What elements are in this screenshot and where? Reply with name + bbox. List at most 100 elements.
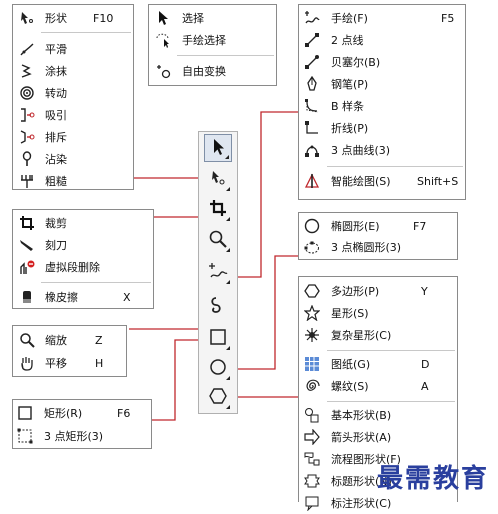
menu-item-label: 手绘选择	[182, 34, 226, 47]
menu-item-ellipse[interactable]: 椭圆形(E) F7	[299, 215, 457, 237]
menu-item-label: 涂抹	[45, 65, 67, 78]
menu-item-two-point-line[interactable]: 2 点线	[299, 29, 465, 51]
menu-item-label: 箭头形状(A)	[331, 431, 392, 444]
flyout-indicator	[225, 155, 229, 159]
flowchart-shapes-icon	[303, 450, 321, 468]
roughen-icon	[18, 172, 36, 190]
three-point-curve-icon	[303, 141, 321, 159]
shape-tool-button[interactable]	[204, 165, 232, 193]
smear-icon	[18, 62, 36, 80]
menu-item-shortcut: F6	[117, 406, 131, 420]
rectangle-tool-icon	[208, 327, 228, 350]
menu-item-label: 3 点矩形(3)	[44, 430, 104, 443]
ellipse-icon	[303, 217, 321, 235]
menu-item-b-spline[interactable]: B 样条	[299, 95, 465, 117]
attract-icon	[18, 106, 36, 124]
menu-item-free-transform[interactable]: 自由变换	[149, 60, 276, 82]
free-transform-icon	[154, 62, 172, 80]
rectangle-tool-button[interactable]	[204, 324, 232, 352]
menu-item-basic-shapes[interactable]: 基本形状(B)	[299, 404, 457, 426]
menu-item-label: 复杂星形(C)	[331, 329, 392, 342]
menu-item-three-point-rectangle[interactable]: 3 点矩形(3)	[13, 425, 151, 447]
menu-item-shortcut: D	[421, 357, 430, 371]
shape-tool-icon	[208, 168, 228, 191]
menu-item-smear[interactable]: 涂抹	[13, 60, 133, 82]
b-spline-icon	[303, 97, 321, 115]
rectangle-icon	[16, 404, 34, 422]
complex-star-icon	[303, 326, 321, 344]
menu-item-attract[interactable]: 吸引	[13, 104, 133, 126]
menu-item-freehand-pick[interactable]: 手绘选择	[149, 29, 276, 51]
menu-item-label: 智能绘图(S)	[331, 175, 391, 188]
menu-item-virtual-segment-delete[interactable]: 虚拟段删除	[13, 256, 153, 278]
artistic-media-tool-icon	[208, 295, 228, 318]
three-point-rectangle-icon	[16, 427, 34, 445]
watermark-text: 最需教育	[377, 464, 490, 494]
menu-item-twirl[interactable]: 转动	[13, 82, 133, 104]
menu-item-label: 粗糙	[45, 175, 67, 188]
menu-item-three-point-curve[interactable]: 3 点曲线(3)	[299, 139, 465, 161]
menu-item-label: 转动	[45, 87, 67, 100]
menu-item-spiral[interactable]: 螺纹(S) A	[299, 375, 457, 397]
banner-shapes-icon	[303, 472, 321, 490]
smooth-icon	[18, 40, 36, 58]
menu-item-freehand[interactable]: 手绘(F) F5	[299, 7, 465, 29]
menu-item-bezier[interactable]: 贝塞尔(B)	[299, 51, 465, 73]
polygon-tool-button[interactable]	[204, 383, 232, 411]
menu-item-knife[interactable]: 刻刀	[13, 234, 153, 256]
spiral-icon	[303, 377, 321, 395]
menu-item-label: 钢笔(P)	[331, 78, 369, 91]
smart-drawing-icon	[303, 172, 321, 190]
freehand-tool-button[interactable]	[204, 258, 232, 286]
menu-item-roughen[interactable]: 粗糙	[13, 170, 133, 192]
crop-tool-button[interactable]	[204, 195, 232, 223]
flyout-indicator	[226, 280, 230, 284]
menu-item-polyline[interactable]: 折线(P)	[299, 117, 465, 139]
flyout-indicator	[226, 376, 230, 380]
two-point-line-icon	[303, 31, 321, 49]
menu-item-label: 图纸(G)	[331, 358, 371, 371]
menu-item-label: 螺纹(S)	[331, 380, 369, 393]
menu-item-polygon[interactable]: 多边形(P) Y	[299, 280, 457, 302]
ellipse-tool-button[interactable]	[204, 354, 232, 382]
menu-item-eraser[interactable]: 橡皮擦 X	[13, 286, 153, 308]
graph-paper-icon	[303, 355, 321, 373]
flyout-indicator	[226, 187, 230, 191]
menu-item-label: 2 点线	[331, 34, 364, 47]
menu-item-pen[interactable]: 钢笔(P)	[299, 73, 465, 95]
star-icon	[303, 304, 321, 322]
shape-tool-menu: 形状 F10 平滑 涂抹 转动 吸引 排斥 沾染 粗糙	[12, 4, 134, 190]
menu-item-pick[interactable]: 选择	[149, 7, 276, 29]
menu-item-label: 沾染	[45, 153, 67, 166]
menu-item-zoom[interactable]: 缩放 Z	[13, 329, 126, 351]
pick-tool-button[interactable]	[204, 134, 232, 162]
menu-item-label: 虚拟段删除	[45, 261, 100, 274]
menu-item-label: 折线(P)	[331, 122, 369, 135]
menu-item-graph-paper[interactable]: 图纸(G) D	[299, 353, 457, 375]
menu-item-smart-drawing[interactable]: 智能绘图(S) Shift+S	[299, 170, 465, 192]
menu-item-label: 基本形状(B)	[331, 409, 392, 422]
menu-item-label: 裁剪	[45, 217, 67, 230]
menu-item-complex-star[interactable]: 复杂星形(C)	[299, 324, 457, 346]
menu-item-pan[interactable]: 平移 H	[13, 352, 126, 374]
menu-item-three-point-ellipse[interactable]: 3 点椭圆形(3)	[299, 236, 457, 258]
menu-item-shape[interactable]: 形状 F10	[13, 7, 133, 29]
menu-item-smooth[interactable]: 平滑	[13, 38, 133, 60]
zoom-tool-button[interactable]	[204, 226, 232, 254]
menu-item-label: 自由变换	[182, 65, 226, 78]
zoom-icon	[18, 331, 36, 349]
menu-item-arrow-shapes[interactable]: 箭头形状(A)	[299, 426, 457, 448]
menu-item-smudge[interactable]: 沾染	[13, 148, 133, 170]
menu-item-shortcut: F7	[413, 219, 427, 233]
menu-item-callout-shapes[interactable]: 标注形状(C)	[299, 492, 457, 514]
menu-item-shortcut: X	[123, 290, 131, 304]
menu-item-label: 形状	[45, 12, 67, 25]
menu-item-crop[interactable]: 裁剪	[13, 212, 153, 234]
menu-item-repel[interactable]: 排斥	[13, 126, 133, 148]
menu-item-star[interactable]: 星形(S)	[299, 302, 457, 324]
menu-item-rectangle[interactable]: 矩形(R) F6	[13, 402, 151, 424]
rectangle-tool-menu: 矩形(R) F6 3 点矩形(3)	[12, 399, 152, 449]
three-point-ellipse-icon	[303, 238, 321, 256]
artistic-media-tool-button[interactable]	[204, 292, 232, 320]
flyout-indicator	[226, 346, 230, 350]
